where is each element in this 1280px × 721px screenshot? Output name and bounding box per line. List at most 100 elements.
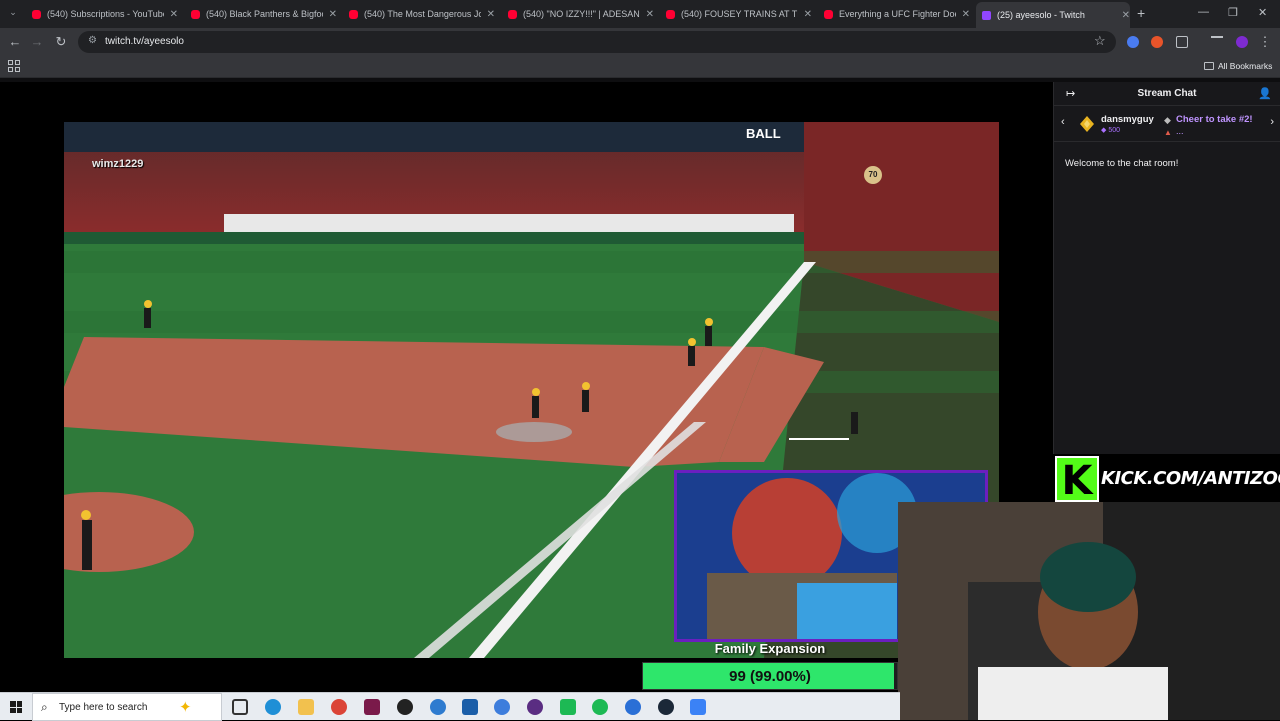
close-icon[interactable]: ✕	[646, 9, 654, 20]
youtube-icon	[508, 9, 517, 19]
file-explorer-icon[interactable]	[298, 699, 314, 715]
restore-icon[interactable]: ❐	[1228, 6, 1238, 19]
chat-welcome-message: Welcome to the chat room!	[1065, 158, 1179, 169]
tab-label: Everything a UFC Fighter Does	[839, 9, 956, 19]
tab-adesanya[interactable]: (540) "NO IZZY!!!" | ADESANYA ✕	[502, 4, 654, 24]
steam-icon[interactable]	[658, 699, 674, 715]
extension-icon[interactable]	[1127, 36, 1139, 48]
tab-label: (540) Subscriptions - YouTube	[47, 9, 164, 19]
search-icon: ⌕	[41, 700, 48, 714]
tab-youtube-subscriptions[interactable]: (540) Subscriptions - YouTube ✕	[26, 4, 178, 24]
youtube-icon	[824, 9, 833, 19]
all-bookmarks-button[interactable]: All Bookmarks	[1204, 61, 1272, 71]
task-view-icon[interactable]	[232, 699, 248, 715]
cheer-prompt[interactable]: Cheer to take #2!	[1176, 114, 1253, 125]
toolbar: ← → ↻ ⚙ twitch.tv/ayeesolo ☆ ⋮	[0, 28, 1280, 56]
app-icon[interactable]	[527, 699, 543, 715]
extensions-puzzle-icon[interactable]	[1176, 36, 1188, 48]
video-player[interactable]: wimz1229 70 BALL	[0, 82, 1053, 692]
chevron-left-icon[interactable]: ‹	[1061, 116, 1065, 128]
edge-icon[interactable]	[265, 699, 281, 715]
tab-label: (540) The Most Dangerous Job	[364, 9, 481, 19]
app-icon[interactable]	[364, 699, 380, 715]
tab-black-panthers[interactable]: (540) Black Panthers & Bigfoot ✕	[185, 4, 337, 24]
close-icon[interactable]: ✕	[962, 9, 970, 20]
window-close-icon[interactable]: ✕	[1258, 6, 1267, 19]
tab-search-icon[interactable]: ⌄	[6, 7, 20, 21]
address-bar[interactable]: ⚙ twitch.tv/ayeesolo ☆	[78, 31, 1116, 53]
kick-banner: K KICK.COM/ANTIZOC	[1053, 454, 1280, 504]
taskbar-search-box[interactable]: ⌕ Type here to search ✦	[32, 693, 222, 721]
twitch-icon	[982, 10, 991, 20]
tab-search-icon[interactable]	[1211, 36, 1223, 48]
goal-progress-value: 99 (99.00%)	[729, 668, 811, 685]
tab-label: (540) Black Panthers & Bigfoot	[206, 9, 323, 19]
tab-twitch-ayeesolo[interactable]: (25) ayeesolo - Twitch ✕	[976, 2, 1130, 28]
community-users-icon[interactable]: 👤	[1258, 87, 1272, 100]
bits-amount: 500	[1108, 127, 1121, 134]
youtube-icon	[32, 9, 41, 19]
cheer-more: ...	[1176, 126, 1184, 136]
leaderboard-username[interactable]: dansmyguy	[1101, 114, 1154, 125]
back-icon[interactable]: ←	[6, 33, 24, 51]
close-icon[interactable]: ✕	[170, 9, 178, 20]
chevron-right-icon[interactable]: ›	[1270, 116, 1274, 128]
tab-label: (540) "NO IZZY!!!" | ADESANYA	[523, 9, 640, 19]
youtube-icon	[191, 9, 200, 19]
forward-icon[interactable]: →	[28, 33, 46, 51]
tab-fousey[interactable]: (540) FOUSEY TRAINS AT THE H ✕	[660, 4, 812, 24]
close-icon[interactable]: ✕	[487, 9, 495, 20]
kick-logo: K	[1055, 456, 1099, 504]
bits-icon: ▲	[1164, 128, 1172, 137]
player-tag: wimz1229	[92, 158, 144, 170]
sparkle-icon: ✦	[179, 699, 192, 716]
bits-leaderboard: ‹ dansmyguy ◆ 500 ◆ Cheer to take #2! ▲ …	[1054, 106, 1280, 142]
bookmark-star-icon[interactable]: ☆	[1094, 33, 1106, 49]
windows-taskbar: ⌕ Type here to search ✦	[0, 692, 900, 721]
gold-rank-icon	[1080, 116, 1094, 132]
ea-icon[interactable]	[690, 699, 706, 715]
spotify-icon[interactable]	[592, 699, 608, 715]
pitch-speed-badge: 70	[864, 166, 882, 184]
app-icon[interactable]	[430, 699, 446, 715]
close-icon[interactable]: ✕	[804, 9, 812, 20]
windows-start-icon[interactable]	[10, 701, 22, 713]
close-icon[interactable]: ✕	[329, 9, 337, 20]
bookmarks-bar: All Bookmarks	[0, 56, 1280, 78]
tab-label: (540) FOUSEY TRAINS AT THE H	[681, 9, 798, 19]
menu-kebab-icon[interactable]: ⋮	[1256, 33, 1274, 51]
youtube-icon	[666, 9, 675, 19]
extension-icon[interactable]	[1151, 36, 1163, 48]
app-icon[interactable]	[397, 699, 413, 715]
all-bookmarks-label: All Bookmarks	[1218, 61, 1273, 71]
webcam-image	[898, 502, 1280, 720]
streamer-webcam	[898, 502, 1280, 720]
chrome-icon[interactable]	[331, 699, 347, 715]
calculator-icon[interactable]	[462, 699, 478, 715]
stadium-ad-text: BALL	[746, 126, 781, 141]
goal-progress-bar: 99 (99.00%)	[642, 662, 898, 690]
close-icon[interactable]: ✕	[1122, 10, 1130, 21]
folder-icon	[1204, 62, 1214, 70]
minimize-icon[interactable]: —	[1198, 6, 1209, 18]
tab-strip: ⌄ (540) Subscriptions - YouTube ✕ (540) …	[0, 0, 1280, 28]
app-icon[interactable]	[625, 699, 641, 715]
youtube-icon	[349, 9, 358, 19]
site-info-icon[interactable]: ⚙	[88, 35, 97, 46]
new-tab-button[interactable]: +	[1137, 5, 1145, 21]
tab-ufc-fighter[interactable]: Everything a UFC Fighter Does ✕	[818, 4, 970, 24]
chat-title: Stream Chat	[1137, 88, 1197, 99]
reload-icon[interactable]: ↻	[52, 33, 70, 51]
app-icon[interactable]	[494, 699, 510, 715]
kick-url-text: KICK.COM/ANTIZOC	[1101, 468, 1280, 489]
goal-title: Family Expansion	[714, 641, 826, 656]
profile-avatar[interactable]	[1236, 36, 1248, 48]
chat-header: ↦ Stream Chat 👤	[1054, 82, 1280, 106]
apps-grid-icon[interactable]	[8, 60, 20, 72]
tab-label: (25) ayeesolo - Twitch	[997, 10, 1085, 20]
tab-dangerous-job[interactable]: (540) The Most Dangerous Job ✕	[343, 4, 495, 24]
url-text[interactable]: twitch.tv/ayeesolo	[105, 36, 184, 47]
bits-icon: ◆	[1164, 115, 1171, 125]
app-icon[interactable]	[560, 699, 576, 715]
search-placeholder: Type here to search	[59, 702, 148, 713]
